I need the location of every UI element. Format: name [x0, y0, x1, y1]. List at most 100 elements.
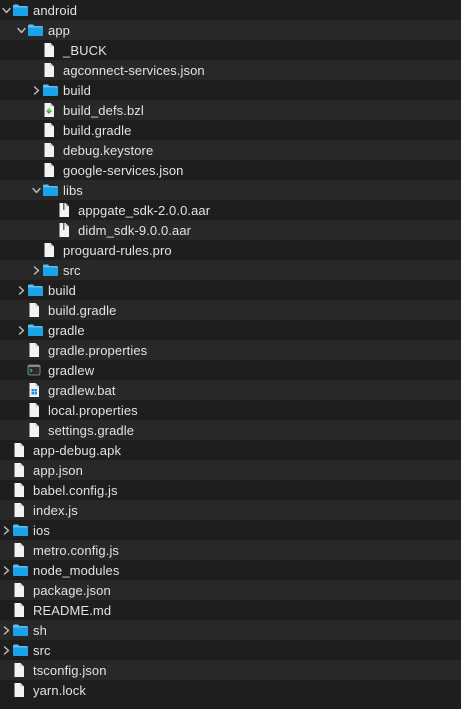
tree-item-label: app: [48, 22, 70, 38]
folder-icon: [12, 560, 30, 580]
chevron-right-icon[interactable]: [15, 320, 27, 340]
tree-folder-row[interactable]: ios: [0, 520, 461, 540]
document-icon: [12, 580, 30, 600]
tree-item-label: metro.config.js: [33, 542, 120, 558]
tree-file-row[interactable]: app.json: [0, 460, 461, 480]
document-icon: [42, 40, 60, 60]
tree-file-row[interactable]: yarn.lock: [0, 680, 461, 700]
tree-item-label: didm_sdk-9.0.0.aar: [78, 222, 192, 238]
tree-file-row[interactable]: local.properties: [0, 400, 461, 420]
tree-folder-row[interactable]: build: [0, 80, 461, 100]
tree-folder-row[interactable]: build: [0, 280, 461, 300]
file-tree: android app _BUCK agconnect-services.json bu…: [0, 0, 461, 709]
tree-file-row[interactable]: package.json: [0, 580, 461, 600]
tree-item-label: app-debug.apk: [33, 442, 122, 458]
tree-item-label: package.json: [33, 582, 111, 598]
tree-item-label: settings.gradle: [48, 422, 135, 438]
document-icon: [12, 460, 30, 480]
tree-file-row[interactable]: gradle.properties: [0, 340, 461, 360]
chevron-right-icon[interactable]: [15, 280, 27, 300]
tree-folder-row[interactable]: libs: [0, 180, 461, 200]
folder-icon: [27, 20, 45, 40]
tree-folder-row[interactable]: gradle: [0, 320, 461, 340]
tree-file-row[interactable]: google-services.json: [0, 160, 461, 180]
tree-item-label: gradle: [48, 322, 85, 338]
chevron-right-icon[interactable]: [0, 560, 12, 580]
tree-item-label: tsconfig.json: [33, 662, 107, 678]
tree-item-label: app.json: [33, 462, 83, 478]
document-icon: [42, 140, 60, 160]
tree-file-row[interactable]: tsconfig.json: [0, 660, 461, 680]
tree-folder-row[interactable]: src: [0, 640, 461, 660]
tree-item-label: libs: [63, 182, 83, 198]
tree-item-label: google-services.json: [63, 162, 184, 178]
tree-file-row[interactable]: debug.keystore: [0, 140, 461, 160]
tree-folder-row[interactable]: src: [0, 260, 461, 280]
chevron-down-icon[interactable]: [15, 20, 27, 40]
tree-item-label: appgate_sdk-2.0.0.aar: [78, 202, 211, 218]
chevron-right-icon[interactable]: [0, 620, 12, 640]
tree-file-row[interactable]: agconnect-services.json: [0, 60, 461, 80]
tree-folder-row[interactable]: app: [0, 20, 461, 40]
chevron-down-icon[interactable]: [0, 0, 12, 20]
chevron-right-icon[interactable]: [0, 520, 12, 540]
folder-icon: [12, 0, 30, 20]
tree-file-row[interactable]: metro.config.js: [0, 540, 461, 560]
tree-item-label: node_modules: [33, 562, 120, 578]
tree-file-row[interactable]: gradlew.bat: [0, 380, 461, 400]
document-icon: [42, 240, 60, 260]
tree-folder-row[interactable]: node_modules: [0, 560, 461, 580]
tree-file-row[interactable]: README.md: [0, 600, 461, 620]
tree-item-label: debug.keystore: [63, 142, 154, 158]
document-icon: [42, 160, 60, 180]
tree-file-row[interactable]: babel.config.js: [0, 480, 461, 500]
document-icon: [27, 300, 45, 320]
tree-item-label: gradlew.bat: [48, 382, 116, 398]
tree-file-row[interactable]: index.js: [0, 500, 461, 520]
document-icon: [27, 420, 45, 440]
archive-file-icon: [57, 220, 75, 240]
tree-item-label: build: [63, 82, 91, 98]
tree-file-row[interactable]: didm_sdk-9.0.0.aar: [0, 220, 461, 240]
tree-file-row[interactable]: build.gradle: [0, 300, 461, 320]
document-icon: [12, 660, 30, 680]
document-icon: [12, 440, 30, 460]
tree-file-row[interactable]: build.gradle: [0, 120, 461, 140]
tree-file-row[interactable]: _BUCK: [0, 40, 461, 60]
tree-file-row[interactable]: appgate_sdk-2.0.0.aar: [0, 200, 461, 220]
tree-file-row[interactable]: build_defs.bzl: [0, 100, 461, 120]
tree-item-label: build.gradle: [48, 302, 117, 318]
tree-folder-row[interactable]: sh: [0, 620, 461, 640]
tree-file-row[interactable]: app-debug.apk: [0, 440, 461, 460]
document-icon: [12, 600, 30, 620]
chevron-right-icon[interactable]: [30, 260, 42, 280]
tree-file-row[interactable]: settings.gradle: [0, 420, 461, 440]
folder-icon: [27, 280, 45, 300]
tree-file-row[interactable]: gradlew: [0, 360, 461, 380]
chevron-right-icon[interactable]: [0, 640, 12, 660]
document-icon: [12, 680, 30, 700]
tree-item-label: android: [33, 2, 78, 18]
tree-item-label: build: [48, 282, 76, 298]
chevron-right-icon[interactable]: [30, 80, 42, 100]
tree-item-label: sh: [33, 622, 47, 638]
chevron-down-icon[interactable]: [30, 180, 42, 200]
document-icon: [12, 500, 30, 520]
document-icon: [27, 340, 45, 360]
tree-folder-row[interactable]: android: [0, 0, 461, 20]
tree-file-row[interactable]: proguard-rules.pro: [0, 240, 461, 260]
